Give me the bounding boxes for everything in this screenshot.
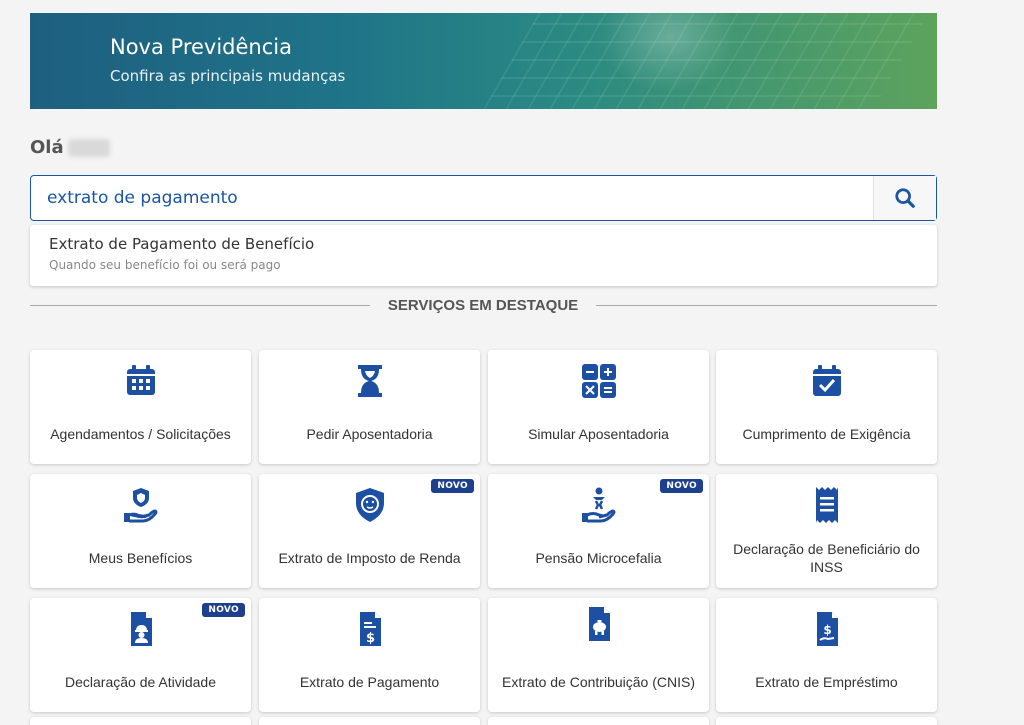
document-worker-icon xyxy=(130,612,152,646)
service-card-meus-beneficios[interactable]: Meus Benefícios xyxy=(30,474,251,588)
receipt-icon xyxy=(815,487,838,523)
new-badge: NOVO xyxy=(202,603,245,617)
card-label: Extrato de Empréstimo xyxy=(755,674,898,690)
hourglass-icon xyxy=(357,365,382,397)
divider xyxy=(30,305,370,306)
card-label: Extrato de Pagamento xyxy=(299,674,440,690)
service-card-partial[interactable] xyxy=(488,717,709,725)
service-card-agendamentos[interactable]: Agendamentos / Solicitações xyxy=(30,350,251,464)
svg-text:$: $ xyxy=(823,623,831,637)
suggestion-subtitle: Quando seu benefício foi ou será pago xyxy=(49,258,281,272)
nova-previdencia-banner[interactable]: Nova Previdência Confira as principais m… xyxy=(30,13,937,109)
service-card-simular-aposentadoria[interactable]: Simular Aposentadoria xyxy=(488,350,709,464)
service-card-partial[interactable] xyxy=(716,717,937,725)
service-card-extrato-pagamento[interactable]: $ Extrato de Pagamento xyxy=(259,598,480,712)
service-card-cumprimento-exigencia[interactable]: Cumprimento de Exigência xyxy=(716,350,937,464)
page-content: Nova Previdência Confira as principais m… xyxy=(30,0,937,725)
banner-subtitle: Confira as principais mudanças xyxy=(110,67,346,85)
search-suggestion[interactable]: Extrato de Pagamento de Benefício Quando… xyxy=(30,225,937,286)
card-label: Extrato de Imposto de Renda xyxy=(278,550,461,566)
service-card-partial[interactable] xyxy=(259,717,480,725)
banner-title: Nova Previdência xyxy=(110,35,292,59)
search-input[interactable] xyxy=(31,176,877,220)
divider xyxy=(596,305,937,306)
calendar-check-icon xyxy=(812,365,841,396)
service-card-imposto-renda[interactable]: NOVO Extrato de Imposto de Renda xyxy=(259,474,480,588)
card-label: Agendamentos / Solicitações xyxy=(50,426,231,442)
card-label: Pensão Microcefalia xyxy=(535,550,662,566)
card-label: Extrato de Contribuição (CNIS) xyxy=(502,674,695,690)
greeting: Olá xyxy=(30,137,64,158)
card-label: Meus Benefícios xyxy=(88,550,193,566)
suggestion-title: Extrato de Pagamento de Benefício xyxy=(49,235,315,253)
featured-services-heading: SERVIÇOS EM DESTAQUE xyxy=(30,297,937,315)
document-dollar-icon: $ xyxy=(359,612,381,646)
calendar-icon xyxy=(126,365,155,395)
card-label: Declaração de Beneficiário do INSS xyxy=(733,541,920,575)
new-badge: NOVO xyxy=(431,479,474,493)
user-name-blurred xyxy=(68,139,110,157)
hand-shield-icon xyxy=(123,488,157,523)
service-card-extrato-contribuicao[interactable]: Extrato de Contribuição (CNIS) xyxy=(488,598,709,712)
card-label: Cumprimento de Exigência xyxy=(742,426,911,442)
search-button[interactable] xyxy=(873,176,936,220)
card-label: Pedir Aposentadoria xyxy=(306,426,433,442)
document-hand-dollar-icon: $ xyxy=(816,612,838,646)
service-card-partial[interactable] xyxy=(30,717,251,725)
calculator-icon xyxy=(581,364,616,398)
search-bar xyxy=(30,175,937,221)
card-label: Declaração de Atividade xyxy=(65,674,216,690)
hand-child-icon xyxy=(581,487,615,523)
service-card-declaracao-beneficiario[interactable]: Declaração de Beneficiário do INSS xyxy=(716,474,937,588)
card-label: Simular Aposentadoria xyxy=(528,426,669,442)
service-card-pedir-aposentadoria[interactable]: Pedir Aposentadoria xyxy=(259,350,480,464)
svg-text:$: $ xyxy=(365,631,374,646)
service-card-declaracao-atividade[interactable]: NOVO Declaração de Atividade xyxy=(30,598,251,712)
new-badge: NOVO xyxy=(660,479,703,493)
service-card-pensao-microcefalia[interactable]: NOVO Pensão Microcefalia xyxy=(488,474,709,588)
hands-image xyxy=(600,13,740,93)
section-title: SERVIÇOS EM DESTAQUE xyxy=(387,297,579,314)
lion-shield-icon xyxy=(355,488,384,522)
service-card-extrato-emprestimo[interactable]: $ Extrato de Empréstimo xyxy=(716,598,937,712)
document-piggybank-icon xyxy=(588,607,610,641)
search-icon xyxy=(895,188,915,208)
